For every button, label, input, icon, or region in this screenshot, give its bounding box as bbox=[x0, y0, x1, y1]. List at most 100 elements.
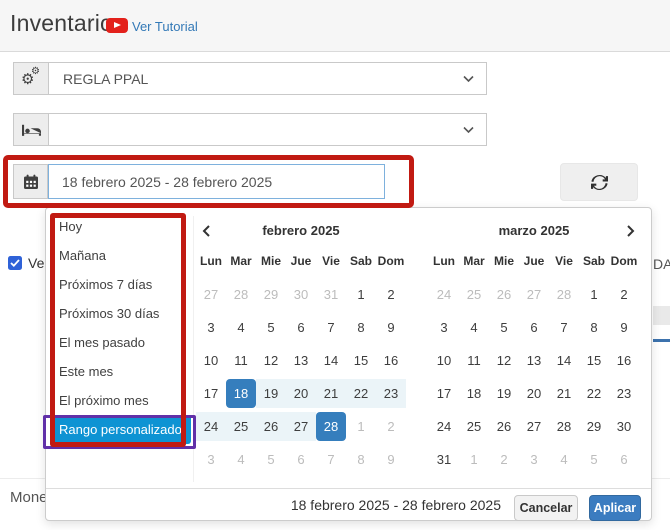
day-cell[interactable]: 24 bbox=[429, 412, 459, 441]
day-cell[interactable]: 16 bbox=[376, 346, 406, 375]
day-cell[interactable]: 20 bbox=[519, 379, 549, 408]
day-cell[interactable]: 1 bbox=[346, 412, 376, 441]
day-cell[interactable]: 10 bbox=[429, 346, 459, 375]
day-cell[interactable]: 6 bbox=[286, 445, 316, 474]
day-cell[interactable]: 28 bbox=[549, 280, 579, 309]
day-cell[interactable]: 4 bbox=[226, 313, 256, 342]
day-cell[interactable]: 21 bbox=[549, 379, 579, 408]
day-cell[interactable]: 22 bbox=[579, 379, 609, 408]
preset-item[interactable]: Próximos 7 días bbox=[50, 270, 191, 299]
day-cell[interactable]: 3 bbox=[196, 313, 226, 342]
day-cell[interactable]: 24 bbox=[429, 280, 459, 309]
day-cell[interactable]: 6 bbox=[286, 313, 316, 342]
day-cell[interactable]: 2 bbox=[489, 445, 519, 474]
day-cell[interactable]: 11 bbox=[459, 346, 489, 375]
day-cell[interactable]: 18 bbox=[226, 379, 256, 408]
day-cell[interactable]: 27 bbox=[519, 280, 549, 309]
day-cell[interactable]: 17 bbox=[196, 379, 226, 408]
day-cell[interactable]: 29 bbox=[256, 280, 286, 309]
day-cell[interactable]: 2 bbox=[376, 412, 406, 441]
day-cell[interactable]: 26 bbox=[489, 412, 519, 441]
day-cell[interactable]: 17 bbox=[429, 379, 459, 408]
preset-item[interactable]: Rango personalizado bbox=[50, 415, 191, 444]
tutorial-link[interactable]: Ver Tutorial bbox=[132, 19, 198, 34]
preset-item[interactable]: Mañana bbox=[50, 241, 191, 270]
day-cell[interactable]: 24 bbox=[196, 412, 226, 441]
preset-item[interactable]: Hoy bbox=[50, 212, 191, 241]
day-cell[interactable]: 1 bbox=[459, 445, 489, 474]
day-cell[interactable]: 7 bbox=[549, 313, 579, 342]
day-cell[interactable]: 9 bbox=[609, 313, 639, 342]
day-cell[interactable]: 7 bbox=[316, 313, 346, 342]
day-cell[interactable]: 21 bbox=[316, 379, 346, 408]
day-cell[interactable]: 15 bbox=[579, 346, 609, 375]
day-cell[interactable]: 11 bbox=[226, 346, 256, 375]
apply-button[interactable]: Aplicar bbox=[589, 495, 641, 521]
youtube-icon[interactable] bbox=[106, 18, 128, 33]
day-cell[interactable]: 14 bbox=[549, 346, 579, 375]
day-cell[interactable]: 4 bbox=[459, 313, 489, 342]
day-cell[interactable]: 18 bbox=[459, 379, 489, 408]
preset-item[interactable]: Este mes bbox=[50, 357, 191, 386]
day-cell[interactable]: 8 bbox=[346, 445, 376, 474]
preset-item[interactable]: Próximos 30 días bbox=[50, 299, 191, 328]
day-cell[interactable]: 6 bbox=[519, 313, 549, 342]
day-cell[interactable]: 7 bbox=[316, 445, 346, 474]
day-cell[interactable]: 28 bbox=[549, 412, 579, 441]
cancel-button[interactable]: Cancelar bbox=[514, 495, 578, 521]
day-cell[interactable]: 25 bbox=[226, 412, 256, 441]
date-range-input[interactable] bbox=[48, 164, 385, 199]
refresh-button[interactable] bbox=[560, 163, 638, 201]
day-cell[interactable]: 28 bbox=[316, 412, 346, 441]
prev-month-icon[interactable] bbox=[200, 224, 214, 238]
next-month-icon[interactable] bbox=[623, 224, 637, 238]
day-cell[interactable]: 4 bbox=[226, 445, 256, 474]
day-cell[interactable]: 8 bbox=[346, 313, 376, 342]
day-cell[interactable]: 4 bbox=[549, 445, 579, 474]
day-cell[interactable]: 3 bbox=[196, 445, 226, 474]
day-cell[interactable]: 5 bbox=[489, 313, 519, 342]
day-cell[interactable]: 1 bbox=[346, 280, 376, 309]
day-cell[interactable]: 13 bbox=[286, 346, 316, 375]
day-cell[interactable]: 27 bbox=[196, 280, 226, 309]
day-cell[interactable]: 1 bbox=[579, 280, 609, 309]
day-cell[interactable]: 13 bbox=[519, 346, 549, 375]
day-cell[interactable]: 31 bbox=[316, 280, 346, 309]
day-cell[interactable]: 30 bbox=[609, 412, 639, 441]
day-cell[interactable]: 30 bbox=[286, 280, 316, 309]
day-cell[interactable]: 19 bbox=[256, 379, 286, 408]
day-cell[interactable]: 5 bbox=[256, 445, 286, 474]
day-cell[interactable]: 29 bbox=[579, 412, 609, 441]
ver-checkbox[interactable] bbox=[8, 256, 22, 270]
day-cell[interactable]: 27 bbox=[519, 412, 549, 441]
rule-select[interactable]: REGLA PPAL bbox=[48, 62, 487, 95]
day-cell[interactable]: 26 bbox=[489, 280, 519, 309]
day-cell[interactable]: 15 bbox=[346, 346, 376, 375]
day-cell[interactable]: 23 bbox=[609, 379, 639, 408]
day-cell[interactable]: 5 bbox=[256, 313, 286, 342]
day-cell[interactable]: 28 bbox=[226, 280, 256, 309]
preset-item[interactable]: El mes pasado bbox=[50, 328, 191, 357]
day-cell[interactable]: 25 bbox=[459, 280, 489, 309]
day-cell[interactable]: 27 bbox=[286, 412, 316, 441]
day-cell[interactable]: 16 bbox=[609, 346, 639, 375]
day-cell[interactable]: 14 bbox=[316, 346, 346, 375]
day-cell[interactable]: 25 bbox=[459, 412, 489, 441]
day-cell[interactable]: 19 bbox=[489, 379, 519, 408]
day-cell[interactable]: 3 bbox=[429, 313, 459, 342]
day-cell[interactable]: 22 bbox=[346, 379, 376, 408]
day-cell[interactable]: 6 bbox=[609, 445, 639, 474]
preset-item[interactable]: El próximo mes bbox=[50, 386, 191, 415]
day-cell[interactable]: 5 bbox=[579, 445, 609, 474]
day-cell[interactable]: 3 bbox=[519, 445, 549, 474]
day-cell[interactable]: 26 bbox=[256, 412, 286, 441]
room-select[interactable] bbox=[48, 113, 487, 146]
day-cell[interactable]: 9 bbox=[376, 445, 406, 474]
day-cell[interactable]: 8 bbox=[579, 313, 609, 342]
day-cell[interactable]: 2 bbox=[376, 280, 406, 309]
day-cell[interactable]: 12 bbox=[256, 346, 286, 375]
day-cell[interactable]: 12 bbox=[489, 346, 519, 375]
day-cell[interactable]: 20 bbox=[286, 379, 316, 408]
day-cell[interactable]: 2 bbox=[609, 280, 639, 309]
day-cell[interactable]: 23 bbox=[376, 379, 406, 408]
